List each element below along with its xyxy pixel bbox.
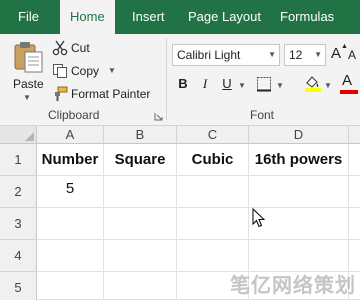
borders-dropdown-icon[interactable]: ▼ xyxy=(276,81,284,90)
font-color-icon: A xyxy=(342,72,353,89)
mouse-pointer-icon xyxy=(252,208,266,228)
cell-a3[interactable] xyxy=(37,208,104,240)
fill-color-icon[interactable] xyxy=(304,74,322,92)
cell-a1[interactable]: Number xyxy=(37,144,104,176)
increase-font-icon: A xyxy=(331,45,342,62)
column-header-a[interactable]: A xyxy=(37,126,104,144)
cell-b5[interactable] xyxy=(104,272,177,300)
cell-d2[interactable] xyxy=(249,176,349,208)
row-header-5[interactable]: 5 xyxy=(0,272,37,300)
column-header-b[interactable]: B xyxy=(104,126,177,144)
increase-arrow-icon: ▲ xyxy=(341,43,348,50)
paste-button[interactable]: Paste ▼ xyxy=(8,38,48,104)
paste-dropdown-icon[interactable]: ▼ xyxy=(23,93,31,102)
cell-e4[interactable] xyxy=(349,240,360,272)
decrease-font-button[interactable]: A xyxy=(348,46,360,66)
ribbon-tab-bar: File Home Insert Page Layout Formulas xyxy=(0,0,360,34)
format-painter-button[interactable]: Format Painter xyxy=(52,84,154,104)
cell-b1[interactable]: Square xyxy=(104,144,177,176)
fill-color-dropdown-icon[interactable]: ▼ xyxy=(324,81,332,90)
bold-button[interactable]: B xyxy=(174,74,192,94)
font-group-label: Font xyxy=(250,108,275,122)
format-painter-label: Format Painter xyxy=(71,87,151,101)
tab-formulas[interactable]: Formulas xyxy=(270,0,344,34)
column-header-c[interactable]: C xyxy=(177,126,249,144)
chevron-down-icon: ▼ xyxy=(314,50,322,59)
row-header-2[interactable]: 2 xyxy=(0,176,37,208)
select-all-triangle-icon xyxy=(25,132,34,141)
dialog-launcher-icon[interactable] xyxy=(154,112,163,121)
cell-b3[interactable] xyxy=(104,208,177,240)
cell-c3[interactable] xyxy=(177,208,249,240)
row-header-4[interactable]: 4 xyxy=(0,240,37,272)
copy-icon xyxy=(53,64,67,78)
paste-label: Paste xyxy=(13,77,44,91)
select-all-corner[interactable] xyxy=(0,126,37,144)
watermark-text: 笔亿网络策划 xyxy=(230,273,356,297)
row-header-3[interactable]: 3 xyxy=(0,208,37,240)
increase-font-button[interactable]: A ▲ xyxy=(330,43,348,66)
tab-home[interactable]: Home xyxy=(60,0,115,34)
paintbrush-icon xyxy=(55,86,68,101)
ribbon-separator xyxy=(166,38,167,120)
tab-page-layout[interactable]: Page Layout xyxy=(178,0,271,34)
copy-button[interactable]: Copy ▼ xyxy=(52,61,118,81)
cell-c4[interactable] xyxy=(177,240,249,272)
ribbon-home-panel: Paste ▼ Cut Copy ▼ Format Painter Clipbo… xyxy=(0,34,360,126)
tab-file[interactable]: File xyxy=(8,0,49,34)
decrease-font-icon: A xyxy=(348,48,357,62)
cell-a5[interactable] xyxy=(37,272,104,300)
chevron-down-icon: ▼ xyxy=(268,50,276,59)
cell-c1[interactable]: Cubic xyxy=(177,144,249,176)
column-header-e[interactable] xyxy=(349,126,360,144)
cell-e1[interactable] xyxy=(349,144,360,176)
tab-insert[interactable]: Insert xyxy=(122,0,175,34)
font-size-combo[interactable]: 12 ▼ xyxy=(284,44,326,66)
font-size-value: 12 xyxy=(289,48,303,62)
clipboard-group-label: Clipboard xyxy=(48,108,100,122)
font-color-swatch xyxy=(340,90,358,94)
borders-icon[interactable] xyxy=(256,76,272,92)
cut-label: Cut xyxy=(71,41,90,55)
cell-a4[interactable] xyxy=(37,240,104,272)
italic-button[interactable]: I xyxy=(196,74,214,94)
cell-c2[interactable] xyxy=(177,176,249,208)
cell-a2[interactable]: 5 xyxy=(37,176,104,208)
font-color-button[interactable]: A xyxy=(340,72,360,96)
cut-button[interactable]: Cut xyxy=(52,38,112,58)
font-name-combo[interactable]: Calibri Light ▼ xyxy=(172,44,280,66)
copy-label: Copy xyxy=(71,64,100,78)
underline-button[interactable]: U xyxy=(218,74,236,94)
cell-e3[interactable] xyxy=(349,208,360,240)
underline-dropdown-icon[interactable]: ▼ xyxy=(238,81,246,90)
cell-b2[interactable] xyxy=(104,176,177,208)
paste-icon xyxy=(14,42,43,73)
row-header-1[interactable]: 1 xyxy=(0,144,37,176)
cell-d1[interactable]: 16th powers xyxy=(249,144,349,176)
copy-dropdown-icon[interactable]: ▼ xyxy=(108,66,116,75)
cell-b4[interactable] xyxy=(104,240,177,272)
column-header-d[interactable]: D xyxy=(249,126,349,144)
cell-d4[interactable] xyxy=(249,240,349,272)
cell-e2[interactable] xyxy=(349,176,360,208)
scissors-icon xyxy=(52,40,68,56)
font-name-value: Calibri Light xyxy=(177,48,241,62)
